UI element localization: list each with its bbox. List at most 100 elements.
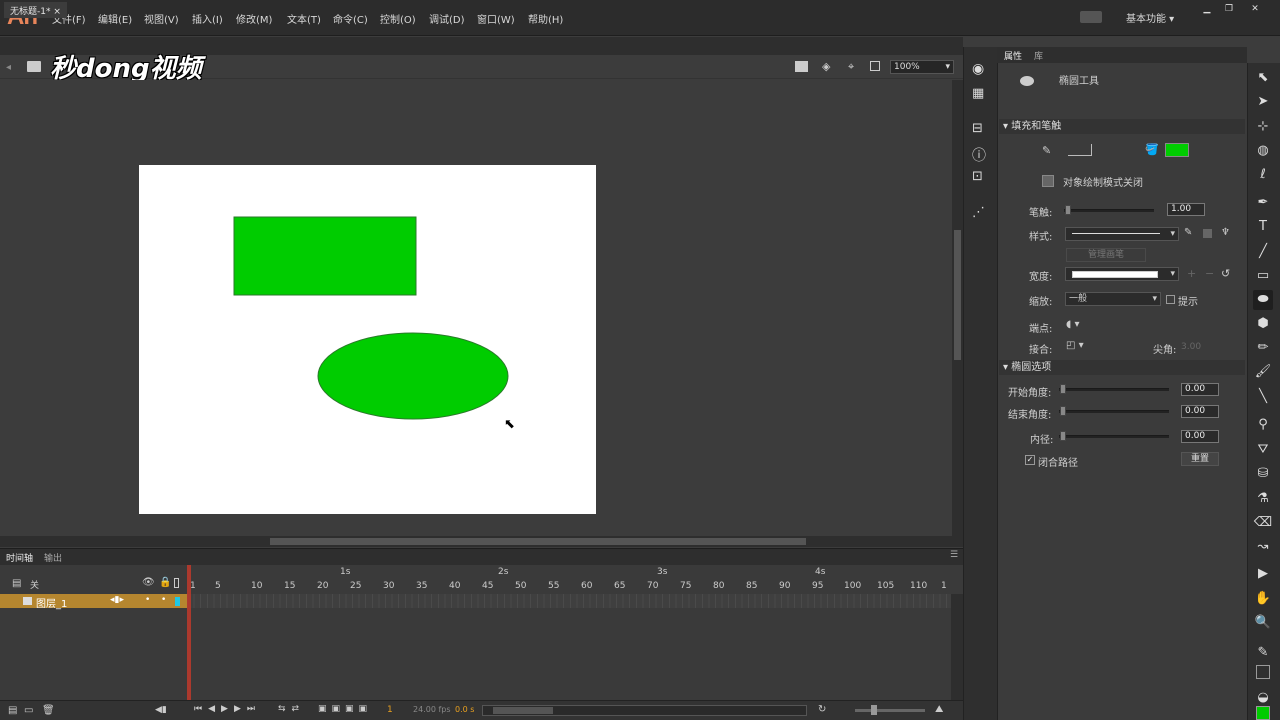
- end-angle-slider[interactable]: [1059, 410, 1169, 413]
- stroke-slider-knob[interactable]: [1065, 205, 1071, 215]
- start-angle-slider[interactable]: [1059, 388, 1169, 391]
- timeline-vscroll[interactable]: [951, 594, 963, 700]
- back-arrow-icon[interactable]: ◂: [6, 62, 11, 73]
- 3d-rotation-tool-icon[interactable]: ◍: [1253, 141, 1273, 161]
- miter-value[interactable]: 3.00: [1181, 342, 1201, 352]
- remove-width-icon[interactable]: −: [1205, 267, 1214, 280]
- horizontal-scrollbar[interactable]: [0, 536, 963, 547]
- motion-presets-icon[interactable]: ⋰: [972, 205, 985, 220]
- panel-menu-icon[interactable]: ☰: [950, 550, 958, 560]
- width-select[interactable]: ▾: [1065, 267, 1179, 281]
- color-palette-icon[interactable]: ◉: [972, 61, 984, 77]
- fill-color-swatch[interactable]: [1165, 143, 1189, 157]
- frame-ruler[interactable]: [187, 565, 951, 594]
- menu-edit[interactable]: 编辑(E): [98, 11, 132, 26]
- scale-select[interactable]: 一般 ▾: [1065, 292, 1161, 306]
- free-transform-tool-icon[interactable]: ⊹: [1253, 117, 1273, 137]
- stroke-color-chip[interactable]: [1256, 665, 1270, 679]
- fill-color-tool-icon[interactable]: ◒: [1253, 688, 1273, 708]
- green-rectangle[interactable]: [233, 216, 417, 296]
- delete-layer-icon[interactable]: 🗑: [42, 705, 55, 716]
- menu-commands[interactable]: 命令(C): [333, 11, 368, 26]
- info-icon[interactable]: ⓘ: [972, 145, 986, 165]
- document-tab[interactable]: 无标题-1* ×: [4, 2, 67, 18]
- edit-symbol-icon[interactable]: ◈: [822, 60, 830, 73]
- outline-icon[interactable]: [174, 578, 179, 588]
- zoom-select[interactable]: 100% ▾: [890, 60, 954, 74]
- style-select[interactable]: ▾: [1065, 227, 1179, 241]
- manage-brush-button[interactable]: 管理画笔: [1066, 248, 1146, 262]
- lock-icon[interactable]: 🔒: [159, 577, 171, 588]
- stroke-slider[interactable]: [1064, 209, 1154, 212]
- menu-view[interactable]: 视图(V): [144, 11, 179, 26]
- close-path-checkbox[interactable]: ✓: [1025, 455, 1035, 465]
- tab-library[interactable]: 库: [1034, 49, 1043, 62]
- text-tool-icon[interactable]: T: [1253, 217, 1273, 237]
- lasso-tool-icon[interactable]: ℓ: [1253, 165, 1273, 185]
- object-draw-icon[interactable]: [1042, 175, 1054, 187]
- add-width-icon[interactable]: +: [1187, 267, 1196, 280]
- current-frame[interactable]: 1: [387, 705, 393, 715]
- eraser-tool-icon[interactable]: ⌫: [1253, 513, 1273, 533]
- rectangle-tool-icon[interactable]: ▭: [1253, 266, 1273, 286]
- visibility-dot-icon[interactable]: •: [145, 595, 150, 605]
- frame-size-slider[interactable]: [855, 705, 925, 715]
- pencil-tool-icon[interactable]: ✏: [1253, 338, 1273, 358]
- minimize-icon[interactable]: ▁: [1196, 3, 1218, 15]
- stroke-value[interactable]: 1.00: [1167, 203, 1205, 216]
- menu-modify[interactable]: 修改(M): [236, 11, 272, 26]
- reset-button[interactable]: 重置: [1181, 452, 1219, 466]
- layer-color-swatch[interactable]: [175, 597, 180, 606]
- center-frame-icon[interactable]: ↻: [818, 704, 826, 715]
- tab-timeline[interactable]: 时间轴: [6, 551, 33, 564]
- selection-tool-icon[interactable]: ⬉: [1253, 68, 1273, 88]
- menu-window[interactable]: 窗口(W): [477, 11, 515, 26]
- keyframe-nav-icon[interactable]: ◂▮▸: [110, 595, 124, 605]
- clip-stage-icon[interactable]: [870, 61, 880, 71]
- playhead[interactable]: [187, 565, 191, 720]
- eye-icon[interactable]: 👁: [142, 577, 155, 588]
- onion-skin-icons[interactable]: ▣▣▣▣: [318, 704, 372, 714]
- hand-tool-icon[interactable]: ✋: [1253, 589, 1273, 609]
- paint-bucket-tool-icon[interactable]: ⛛: [1253, 440, 1273, 460]
- close-icon[interactable]: ✕: [1244, 3, 1266, 15]
- start-angle-value[interactable]: 0.00: [1181, 383, 1219, 396]
- stroke-color-tool-icon[interactable]: ✎: [1253, 643, 1273, 663]
- fps-value[interactable]: 24.00 fps: [413, 705, 451, 714]
- inner-radius-value[interactable]: 0.00: [1181, 430, 1219, 443]
- playback-controls[interactable]: ⏮◀▶▶⏭: [194, 704, 261, 714]
- menu-control[interactable]: 控制(O): [380, 11, 416, 26]
- edit-scene-icon[interactable]: [795, 61, 808, 72]
- workspace-switcher[interactable]: 基本功能 ▾: [1126, 10, 1174, 25]
- new-layer-icon[interactable]: ▤: [8, 705, 17, 716]
- inner-radius-slider[interactable]: [1059, 435, 1169, 438]
- sync-settings-icon[interactable]: [1080, 11, 1102, 23]
- pen-tool-icon[interactable]: ✒: [1253, 193, 1273, 213]
- inner-radius-knob[interactable]: [1060, 431, 1066, 441]
- stroke-options-icon[interactable]: [1203, 229, 1212, 238]
- tab-properties[interactable]: 属性: [1004, 49, 1022, 62]
- frames-row[interactable]: [187, 594, 951, 608]
- audio-icon[interactable]: ◀▮: [155, 705, 167, 715]
- line-tool-icon[interactable]: ╱: [1253, 242, 1273, 262]
- loop-icons[interactable]: ⇆⇄: [278, 704, 305, 714]
- menu-text[interactable]: 文本(T): [287, 11, 321, 26]
- new-folder-icon[interactable]: ▭: [24, 705, 33, 716]
- transform-icon[interactable]: ⊡: [972, 169, 983, 184]
- ink-bottle-tool-icon[interactable]: ⛁: [1253, 464, 1273, 484]
- paint-brush-tool-icon[interactable]: 🖌: [1253, 362, 1273, 382]
- fill-color-chip[interactable]: [1256, 706, 1270, 720]
- brush-library-icon[interactable]: ♆: [1221, 227, 1230, 238]
- zoom-tool-icon[interactable]: 🔍: [1253, 613, 1273, 633]
- edit-stroke-icon[interactable]: ✎: [1184, 227, 1192, 238]
- align-icon[interactable]: ⊟: [972, 121, 983, 136]
- section-oval-options[interactable]: ▾ 椭圆选项: [999, 360, 1245, 375]
- hint-checkbox[interactable]: [1166, 295, 1175, 304]
- polystar-tool-icon[interactable]: ⬢: [1253, 314, 1273, 334]
- menu-debug[interactable]: 调试(D): [429, 11, 465, 26]
- reset-width-icon[interactable]: ↺: [1221, 267, 1230, 280]
- stroke-color-swatch[interactable]: [1068, 144, 1092, 156]
- camera-tool-icon[interactable]: ▶: [1253, 564, 1273, 584]
- eyedropper-tool-icon[interactable]: ⚗: [1253, 489, 1273, 509]
- menu-help[interactable]: 帮助(H): [528, 11, 563, 26]
